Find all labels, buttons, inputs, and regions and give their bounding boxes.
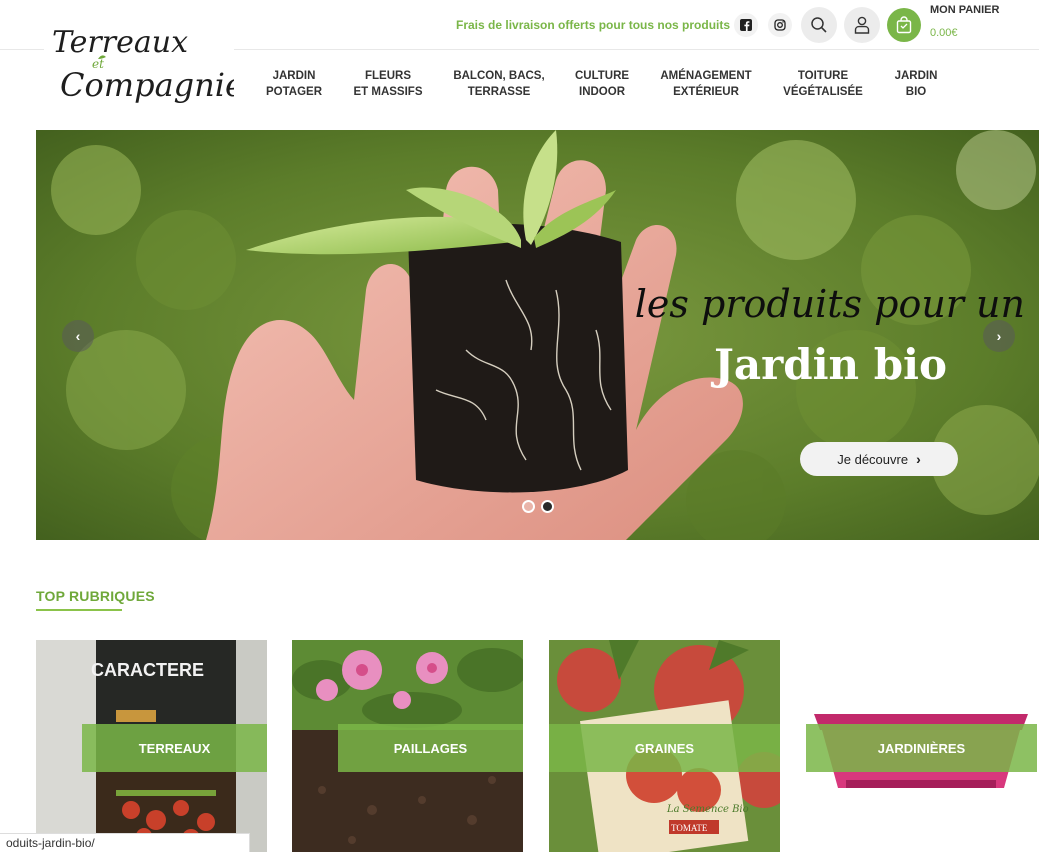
slider-next-button[interactable]: › <box>983 320 1015 352</box>
user-icon[interactable] <box>844 7 880 43</box>
instagram-icon[interactable] <box>768 13 792 37</box>
logo-line2: Compagnie <box>60 66 234 104</box>
category-card-paillages[interactable]: PAILLAGES <box>292 640 523 852</box>
nav-item-balcon-bacs-terrasse[interactable]: BALCON, BACS, TERRASSE <box>452 68 546 100</box>
section-title-underline <box>36 609 122 611</box>
category-card-terreaux[interactable]: CARACTERE TERREAUX <box>36 640 267 852</box>
category-label-paillages: PAILLAGES <box>338 724 523 772</box>
browser-status-url: oduits-jardin-bio/ <box>0 833 250 852</box>
hero-subheadline: Jardin bio <box>714 340 948 389</box>
hero-headline: les produits pour un <box>634 282 1025 326</box>
slider-dot-1[interactable] <box>522 500 535 513</box>
hero-image <box>36 130 1039 540</box>
logo-graphic: Terreaux et Compagnie <box>52 25 234 104</box>
page: Terreaux et Compagnie Frais de livraison… <box>0 0 1039 852</box>
category-label-graines: GRAINES <box>549 724 780 772</box>
chevron-right-icon: › <box>916 451 921 467</box>
nav-item-jardin-bio[interactable]: JARDIN BIO <box>890 68 942 100</box>
nav-item-fleurs-massifs[interactable]: FLEURS ET MASSIFS <box>352 68 424 100</box>
nav-item-culture-indoor[interactable]: CULTURE INDOOR <box>572 68 632 100</box>
hero-slider[interactable]: les produits pour un Jardin bio Je décou… <box>36 130 1039 540</box>
chevron-left-icon: ‹ <box>75 328 81 344</box>
discover-button[interactable]: Je découvre › <box>800 442 958 476</box>
category-card-graines[interactable]: TOMATE La Semence Bio GRAINES <box>549 640 780 852</box>
cart-icon[interactable] <box>887 8 921 42</box>
slider-dots <box>522 500 554 513</box>
discover-button-label: Je découvre <box>837 451 909 467</box>
nav-item-toiture-vegetalisee[interactable]: TOITURE VÉGÉTALISÉE <box>780 68 866 100</box>
category-card-jardinieres[interactable]: JARDINIÈRES <box>806 640 1037 852</box>
facebook-icon[interactable] <box>734 13 758 37</box>
search-icon[interactable] <box>801 7 837 43</box>
slider-prev-button[interactable]: ‹ <box>62 320 94 352</box>
free-shipping-banner[interactable]: Frais de livraison offerts pour tous nos… <box>456 18 730 32</box>
logo-line1: Terreaux <box>52 25 188 60</box>
category-label-jardinieres: JARDINIÈRES <box>806 724 1037 772</box>
nav-item-amenagement-exterieur[interactable]: AMÉNAGEMENT EXTÉRIEUR <box>656 68 756 100</box>
cart-amount: 0.00€ <box>930 27 958 39</box>
chevron-right-icon: › <box>996 328 1002 344</box>
terreaux-image-text: CARACTERE <box>91 660 204 680</box>
site-logo[interactable]: Terreaux et Compagnie <box>44 8 234 118</box>
category-label-terreaux: TERREAUX <box>82 724 267 772</box>
section-title: TOP RUBRIQUES <box>36 588 155 604</box>
nav-item-jardin-potager[interactable]: JARDIN POTAGER <box>266 68 322 100</box>
svg-text:TOMATE: TOMATE <box>671 823 708 833</box>
svg-text:La Semence Bio: La Semence Bio <box>666 804 749 815</box>
cart-title[interactable]: MON PANIER <box>930 4 999 16</box>
slider-dot-2[interactable] <box>541 500 554 513</box>
